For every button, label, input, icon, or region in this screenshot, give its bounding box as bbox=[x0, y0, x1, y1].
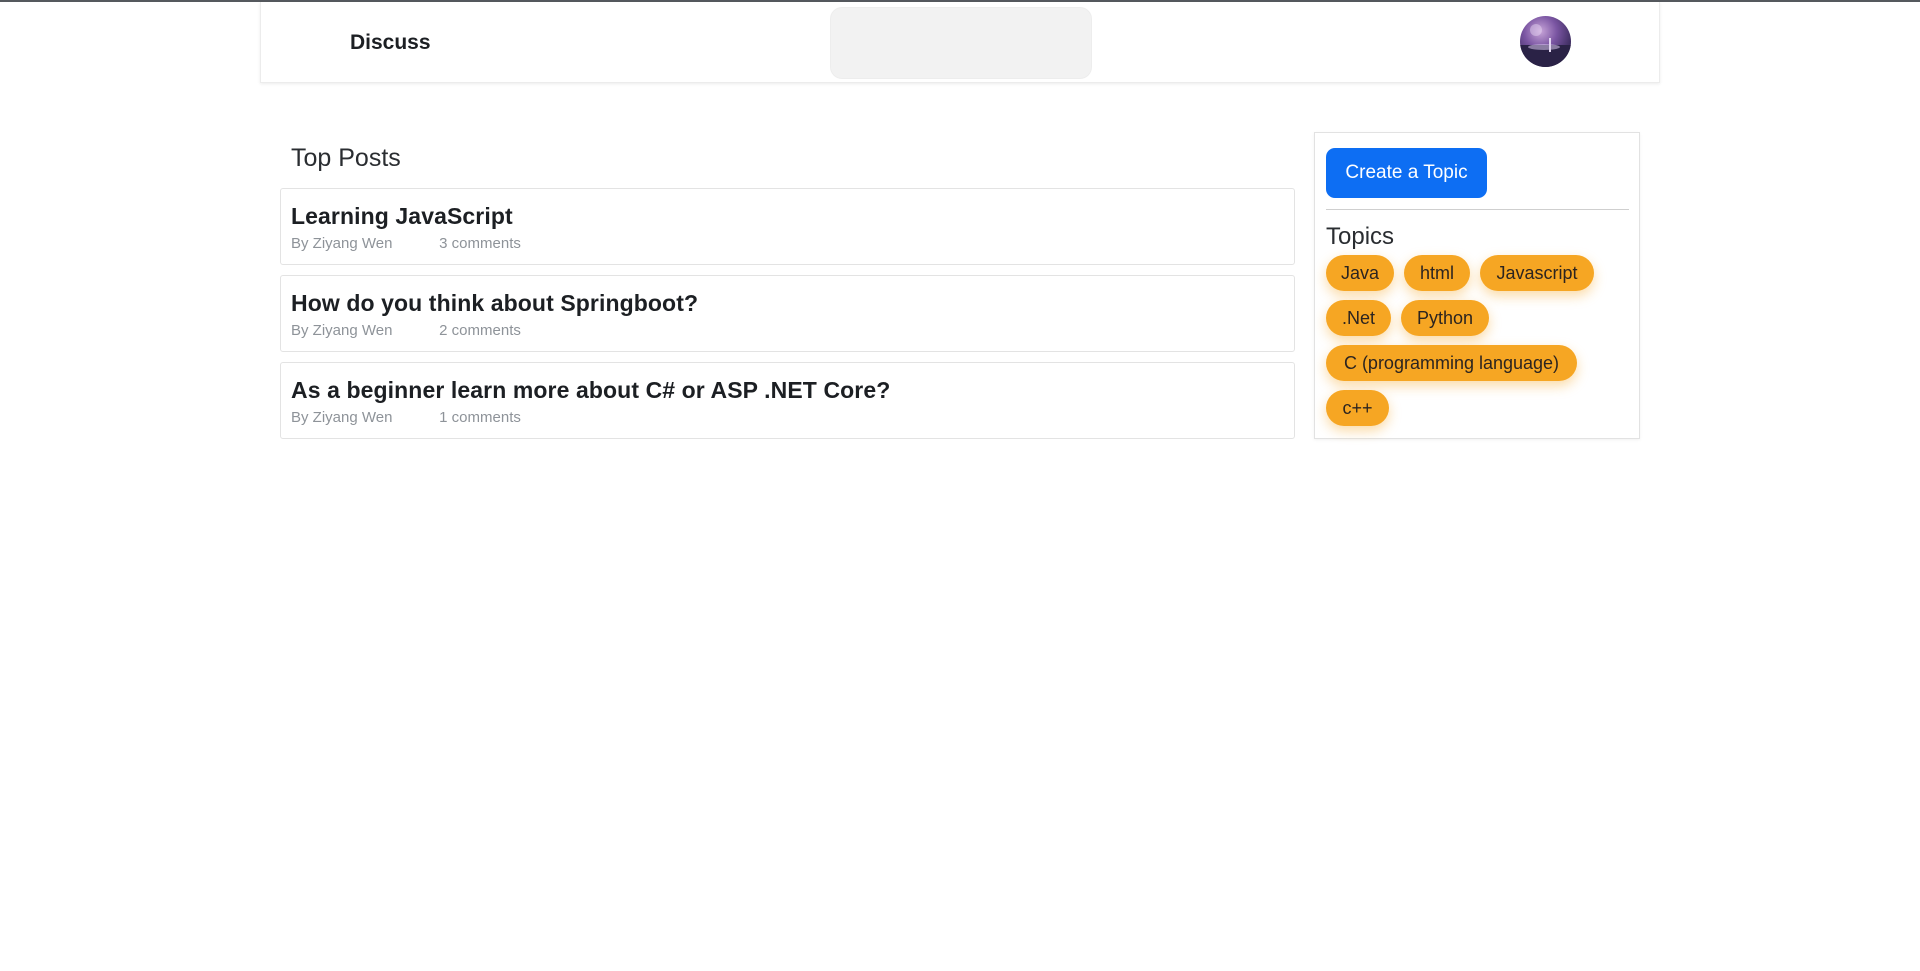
post-comment-count: 2 comments bbox=[439, 322, 521, 339]
post-meta: By Ziyang Wen 3 comments bbox=[291, 235, 521, 252]
top-posts-title: Top Posts bbox=[291, 144, 401, 172]
post-meta: By Ziyang Wen 1 comments bbox=[291, 409, 521, 426]
post-card[interactable]: How do you think about Springboot? By Zi… bbox=[280, 275, 1295, 352]
topic-tag-cpp[interactable]: c++ bbox=[1326, 390, 1389, 426]
post-card[interactable]: As a beginner learn more about C# or ASP… bbox=[280, 362, 1295, 439]
topic-tag-java[interactable]: Java bbox=[1326, 255, 1394, 291]
topics-sidebar: Create a Topic Topics Java html Javascri… bbox=[1314, 132, 1640, 439]
post-title[interactable]: As a beginner learn more about C# or ASP… bbox=[291, 377, 890, 404]
sidebar-divider bbox=[1326, 209, 1629, 210]
post-author: By Ziyang Wen bbox=[291, 235, 393, 252]
post-comment-count: 3 comments bbox=[439, 235, 521, 252]
post-title[interactable]: Learning JavaScript bbox=[291, 203, 513, 230]
search-box[interactable] bbox=[830, 7, 1092, 79]
post-author: By Ziyang Wen bbox=[291, 409, 393, 426]
post-card[interactable]: Learning JavaScript By Ziyang Wen 3 comm… bbox=[280, 188, 1295, 265]
post-author: By Ziyang Wen bbox=[291, 322, 393, 339]
navbar: Discuss bbox=[260, 2, 1660, 83]
post-title[interactable]: How do you think about Springboot? bbox=[291, 290, 698, 317]
brand-link[interactable]: Discuss bbox=[350, 31, 431, 55]
topic-tag-python[interactable]: Python bbox=[1401, 300, 1489, 336]
user-avatar[interactable] bbox=[1520, 16, 1571, 67]
avatar-image bbox=[1520, 24, 1571, 67]
topics-title: Topics bbox=[1326, 223, 1395, 250]
topic-tag-javascript[interactable]: Javascript bbox=[1480, 255, 1594, 291]
topic-tag-c[interactable]: C (programming language) bbox=[1326, 345, 1577, 381]
topic-tag-dotnet[interactable]: .Net bbox=[1326, 300, 1391, 336]
topic-tag-html[interactable]: html bbox=[1404, 255, 1470, 291]
create-topic-button[interactable]: Create a Topic bbox=[1326, 148, 1487, 198]
post-comment-count: 1 comments bbox=[439, 409, 521, 426]
post-meta: By Ziyang Wen 2 comments bbox=[291, 322, 521, 339]
